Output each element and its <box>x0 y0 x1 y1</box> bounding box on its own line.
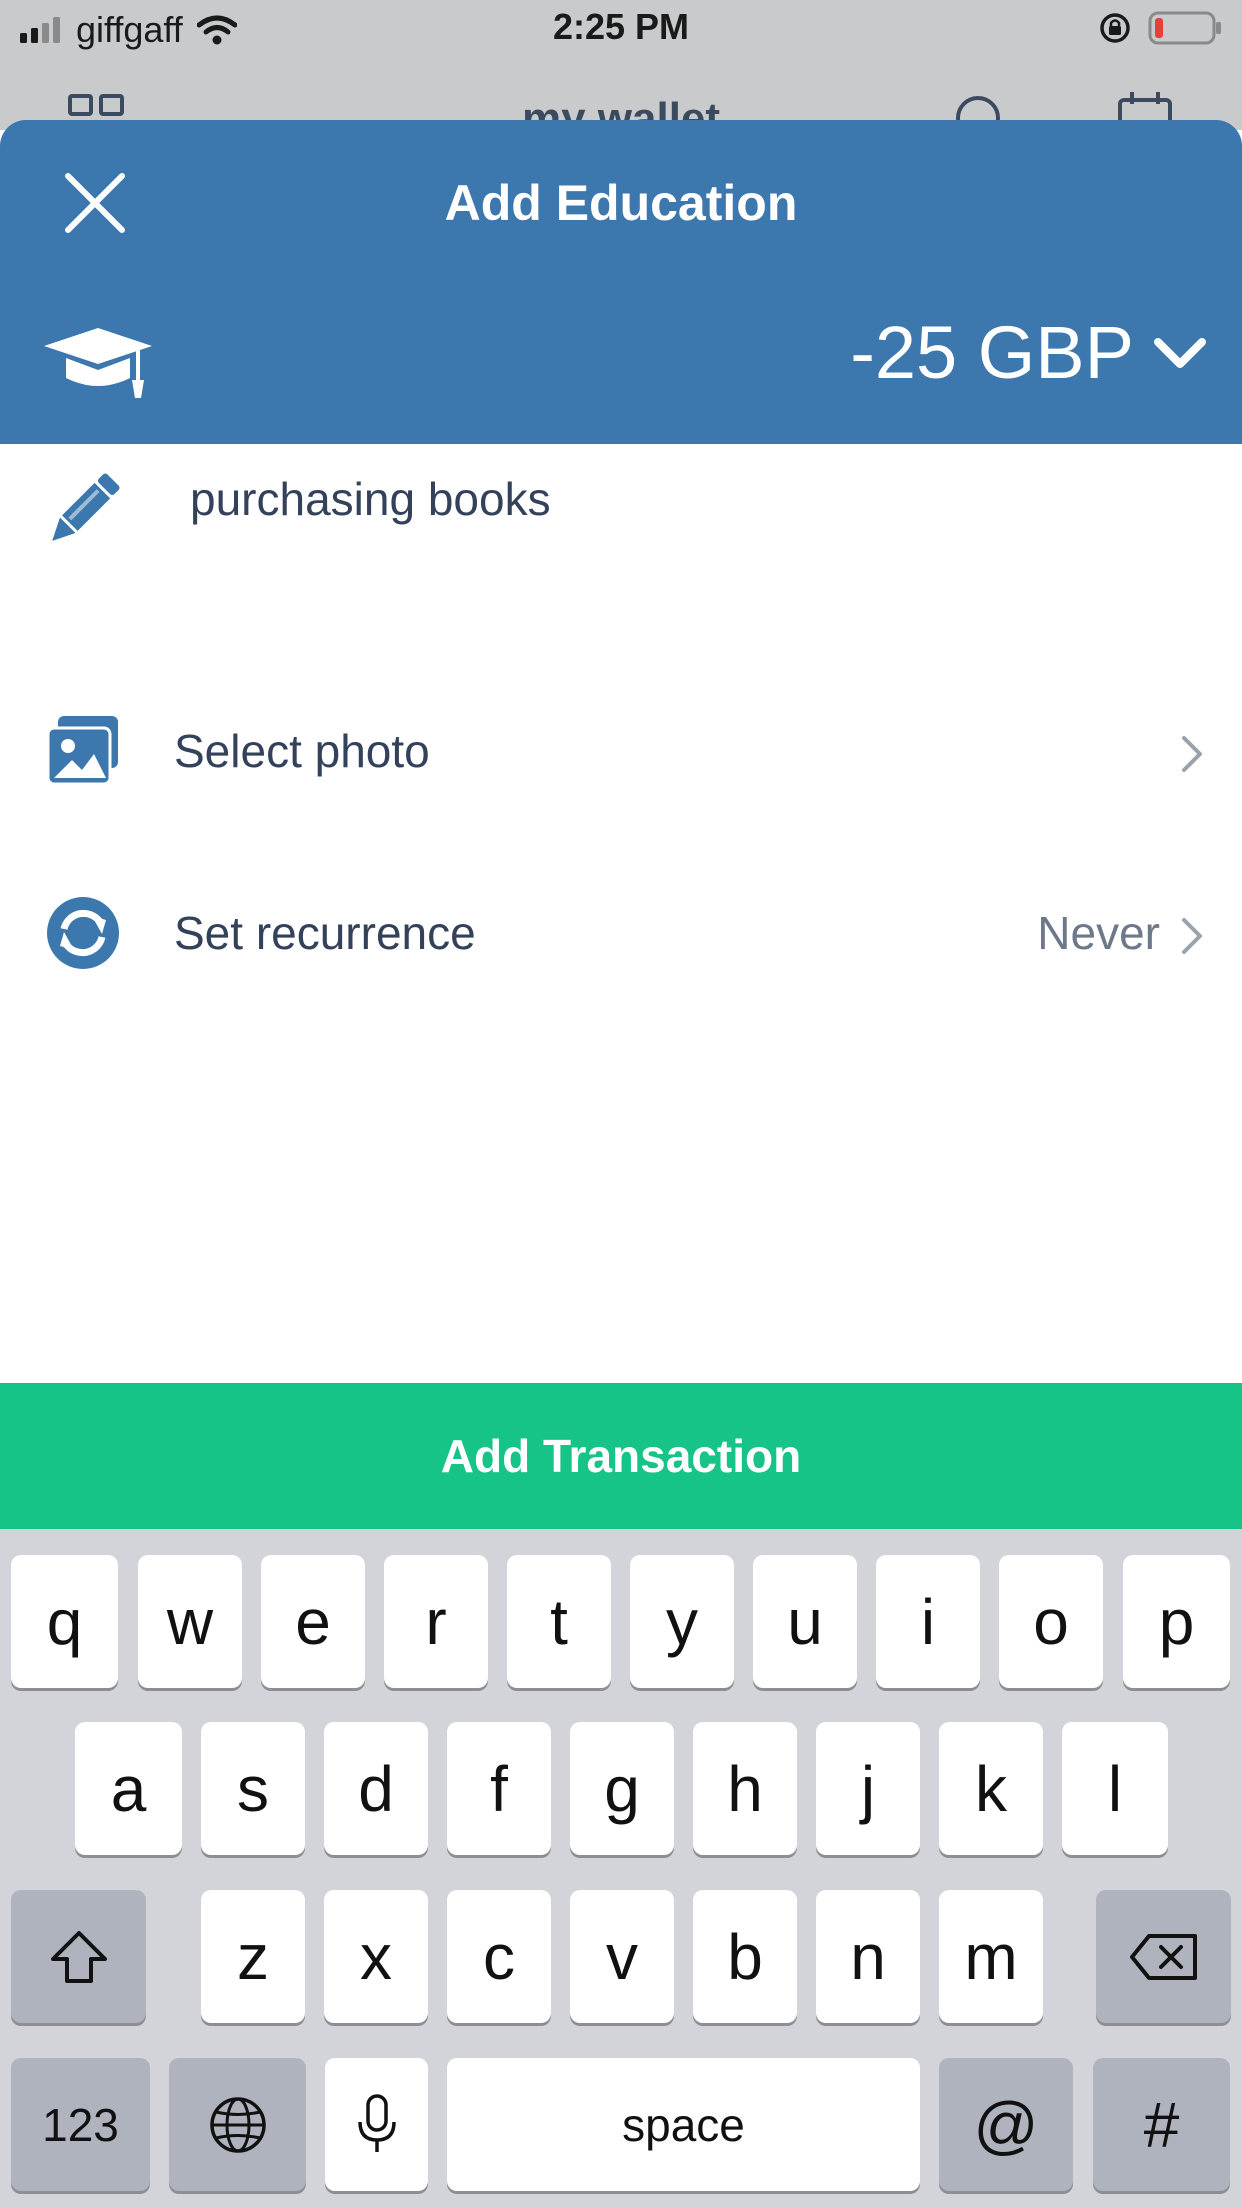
key-h[interactable]: h <box>693 1722 797 1855</box>
sheet-header: Add Education -25 GBP <box>0 120 1242 444</box>
status-right <box>1098 10 1224 46</box>
microphone-icon <box>357 2093 396 2152</box>
at-key[interactable]: @ <box>939 2058 1073 2191</box>
key-o[interactable]: o <box>999 1555 1103 1688</box>
amount-display[interactable]: -25 GBP <box>850 310 1134 395</box>
orientation-lock-icon <box>1100 13 1130 43</box>
select-photo-row[interactable]: Select photo <box>0 676 1242 826</box>
key-s[interactable]: s <box>201 1722 305 1855</box>
key-b[interactable]: b <box>693 1890 797 2023</box>
photo-icon <box>46 716 118 786</box>
sheet-title: Add Education <box>444 175 798 231</box>
key-u[interactable]: u <box>753 1555 857 1688</box>
shift-arrow-icon <box>50 1930 107 1983</box>
graduation-cap-icon[interactable] <box>40 322 156 402</box>
note-row[interactable]: purchasing books <box>0 444 1242 644</box>
battery-icon <box>1148 11 1221 45</box>
globe-key[interactable] <box>169 2058 306 2191</box>
shift-key[interactable] <box>11 1890 146 2023</box>
space-key[interactable]: space <box>447 2058 920 2191</box>
key-t[interactable]: t <box>507 1555 611 1688</box>
key-a[interactable]: a <box>75 1722 182 1855</box>
status-bar: giffgaff 2:25 PM my wallet <box>0 0 1242 143</box>
chevron-down-icon[interactable] <box>1152 334 1208 374</box>
note-input[interactable]: purchasing books <box>190 472 551 526</box>
globe-icon <box>209 2096 266 2153</box>
key-y[interactable]: y <box>630 1555 734 1688</box>
key-n[interactable]: n <box>816 1890 920 2023</box>
chevron-right-icon <box>1182 736 1202 772</box>
hash-key[interactable]: # <box>1093 2058 1230 2191</box>
dictation-key[interactable] <box>325 2058 428 2191</box>
key-k[interactable]: k <box>939 1722 1043 1855</box>
key-j[interactable]: j <box>816 1722 920 1855</box>
key-v[interactable]: v <box>570 1890 674 2023</box>
key-x[interactable]: x <box>324 1890 428 2023</box>
key-i[interactable]: i <box>876 1555 980 1688</box>
key-m[interactable]: m <box>939 1890 1043 2023</box>
key-l[interactable]: l <box>1062 1722 1168 1855</box>
set-recurrence-row[interactable]: Set recurrence Never <box>0 858 1242 1008</box>
key-w[interactable]: w <box>138 1555 242 1688</box>
recurrence-icon <box>47 897 119 969</box>
backspace-icon <box>1129 1933 1197 1980</box>
numbers-key[interactable]: 123 <box>11 2058 150 2191</box>
key-p[interactable]: p <box>1123 1555 1230 1688</box>
key-r[interactable]: r <box>384 1555 488 1688</box>
key-e[interactable]: e <box>261 1555 365 1688</box>
key-z[interactable]: z <box>201 1890 305 2023</box>
select-photo-label: Select photo <box>174 725 430 777</box>
key-c[interactable]: c <box>447 1890 551 2023</box>
calendar-icon <box>1118 92 1172 122</box>
status-time: 2:25 PM <box>552 6 690 47</box>
key-q[interactable]: q <box>11 1555 118 1688</box>
add-transaction-button[interactable]: Add Transaction <box>0 1383 1242 1529</box>
search-icon <box>956 96 1000 122</box>
keyboard: q w e r t y u i o p a s d f g h j k l z … <box>0 1529 1242 2208</box>
key-d[interactable]: d <box>324 1722 428 1855</box>
chevron-right-icon <box>1182 918 1202 954</box>
pencil-icon <box>52 473 120 541</box>
recurrence-value: Never <box>1037 907 1160 959</box>
delete-key[interactable] <box>1096 1890 1231 2023</box>
set-recurrence-label: Set recurrence <box>174 907 476 959</box>
key-g[interactable]: g <box>570 1722 674 1855</box>
key-f[interactable]: f <box>447 1722 551 1855</box>
